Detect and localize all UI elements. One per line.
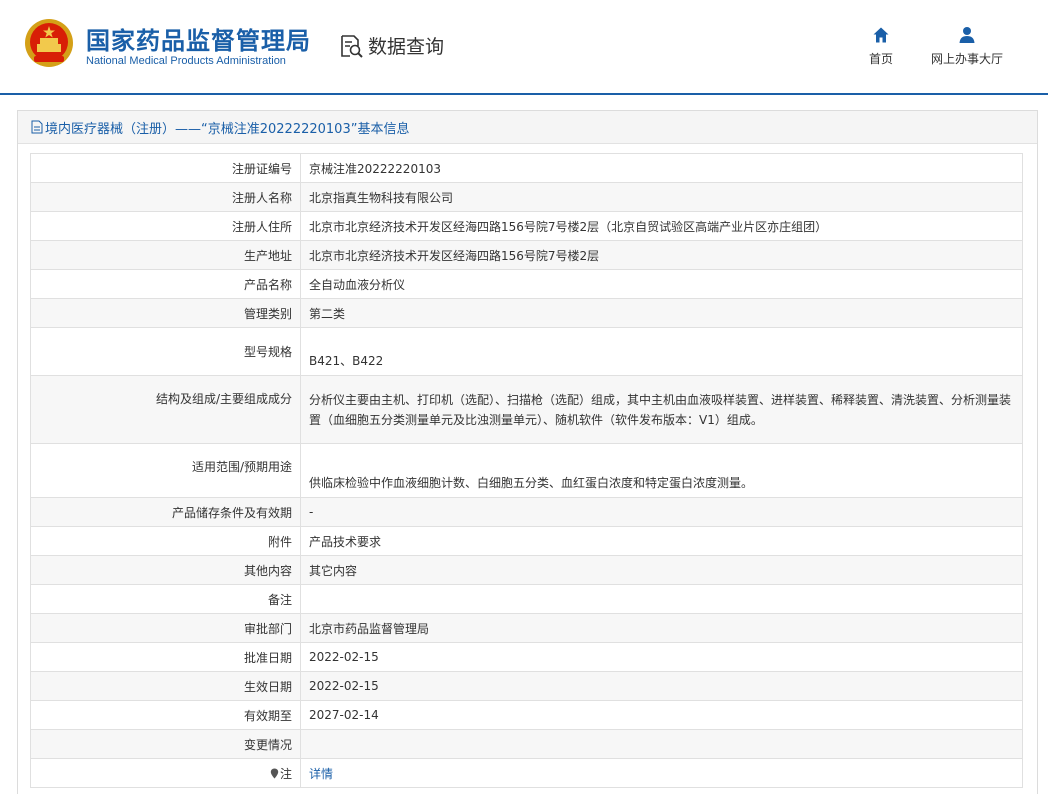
field-label: 适用范围/预期用途 <box>30 443 301 498</box>
field-value: 其它内容 <box>300 555 1023 585</box>
field-value: 北京市北京经济技术开发区经海四路156号院7号楼2层 <box>300 240 1023 270</box>
panel-header: 境内医疗器械（注册）——“京械注准20222220103”基本信息 <box>18 111 1037 144</box>
panel-title: 境内医疗器械（注册）——“京械注准20222220103”基本信息 <box>45 121 410 137</box>
field-label: 变更情况 <box>30 729 301 759</box>
field-label: 注册人住所 <box>30 211 301 241</box>
table-row: 管理类别 第二类 <box>30 298 1023 328</box>
data-query-title[interactable]: 数据查询 <box>338 32 444 59</box>
field-label: 批准日期 <box>30 642 301 672</box>
site-header: 国家药品监督管理局 National Medical Products Admi… <box>0 0 1048 94</box>
field-label: 注册人名称 <box>30 182 301 212</box>
national-emblem-icon <box>25 19 73 67</box>
field-label: 注册证编号 <box>30 153 301 183</box>
details-link[interactable]: 详情 <box>309 767 333 781</box>
data-query-label: 数据查询 <box>368 36 445 58</box>
field-label: 产品储存条件及有效期 <box>30 497 301 527</box>
table-row: 产品储存条件及有效期 - <box>30 497 1023 527</box>
map-pin-icon <box>270 768 279 778</box>
home-icon <box>873 27 889 43</box>
table-row: 变更情况 <box>30 729 1023 759</box>
site-title: 国家药品监督管理局 <box>86 27 311 55</box>
field-value: 北京市北京经济技术开发区经海四路156号院7号楼2层（北京自贸试验区高端产业片区… <box>300 211 1023 241</box>
field-value: 第二类 <box>300 298 1023 328</box>
field-value <box>300 729 1023 759</box>
field-label: 管理类别 <box>30 298 301 328</box>
header-divider <box>0 93 1048 95</box>
field-label: 注 <box>279 766 292 781</box>
field-label: 产品名称 <box>30 269 301 299</box>
note-value-cell: 详情 <box>300 758 1023 788</box>
table-row: 结构及组成/主要组成成分 分析仪主要由主机、打印机（选配）、扫描枪（选配）组成，… <box>30 375 1023 444</box>
field-value: 北京指真生物科技有限公司 <box>300 182 1023 212</box>
field-value: 北京市药品监督管理局 <box>300 613 1023 643</box>
table-row: 生产地址 北京市北京经济技术开发区经海四路156号院7号楼2层 <box>30 240 1023 270</box>
field-value: B421、B422 <box>300 327 1023 376</box>
field-label: 备注 <box>30 584 301 614</box>
table-row: 批准日期 2022-02-15 <box>30 642 1023 672</box>
table-row: 审批部门 北京市药品监督管理局 <box>30 613 1023 643</box>
detail-panel: 境内医疗器械（注册）——“京械注准20222220103”基本信息 注册证编号 … <box>17 110 1038 794</box>
field-label: 型号规格 <box>30 327 301 376</box>
field-label: 附件 <box>30 526 301 556</box>
field-label: 生效日期 <box>30 671 301 701</box>
nav-home[interactable]: 首页 <box>866 26 896 67</box>
table-row: 注 详情 <box>30 758 1023 788</box>
field-value <box>300 584 1023 614</box>
table-row: 其他内容 其它内容 <box>30 555 1023 585</box>
field-value: 供临床检验中作血液细胞计数、白细胞五分类、血红蛋白浓度和特定蛋白浓度测量。 <box>300 443 1023 498</box>
detail-table: 注册证编号 京械注准20222220103 注册人名称 北京指真生物科技有限公司… <box>30 153 1023 788</box>
table-row: 生效日期 2022-02-15 <box>30 671 1023 701</box>
field-label: 结构及组成/主要组成成分 <box>30 375 301 444</box>
table-row: 适用范围/预期用途 供临床检验中作血液细胞计数、白细胞五分类、血红蛋白浓度和特定… <box>30 443 1023 498</box>
table-row: 注册人住所 北京市北京经济技术开发区经海四路156号院7号楼2层（北京自贸试验区… <box>30 211 1023 241</box>
field-value: 2027-02-14 <box>300 700 1023 730</box>
document-icon <box>31 120 43 134</box>
note-label-cell: 注 <box>30 758 301 788</box>
nav-online-office-label: 网上办事大厅 <box>930 52 1003 66</box>
field-value: 全自动血液分析仪 <box>300 269 1023 299</box>
field-label: 审批部门 <box>30 613 301 643</box>
field-value: 分析仪主要由主机、打印机（选配）、扫描枪（选配）组成，其中主机由血液吸样装置、进… <box>300 375 1023 444</box>
table-row: 产品名称 全自动血液分析仪 <box>30 269 1023 299</box>
site-subtitle: National Medical Products Administration <box>86 55 286 67</box>
field-value: 2022-02-15 <box>300 642 1023 672</box>
nav-home-label: 首页 <box>868 52 893 66</box>
search-document-icon <box>341 34 363 58</box>
table-row: 注册证编号 京械注准20222220103 <box>30 153 1023 183</box>
field-value: 京械注准20222220103 <box>300 153 1023 183</box>
field-value: 2022-02-15 <box>300 671 1023 701</box>
field-label: 生产地址 <box>30 240 301 270</box>
table-row: 注册人名称 北京指真生物科技有限公司 <box>30 182 1023 212</box>
table-row: 备注 <box>30 584 1023 614</box>
nav-online-office[interactable]: 网上办事大厅 <box>928 26 1006 67</box>
field-value: - <box>300 497 1023 527</box>
field-value: 产品技术要求 <box>300 526 1023 556</box>
table-row: 型号规格 B421、B422 <box>30 327 1023 376</box>
field-label: 其他内容 <box>30 555 301 585</box>
table-row: 附件 产品技术要求 <box>30 526 1023 556</box>
table-row: 有效期至 2027-02-14 <box>30 700 1023 730</box>
field-label: 有效期至 <box>30 700 301 730</box>
user-icon <box>959 27 975 43</box>
